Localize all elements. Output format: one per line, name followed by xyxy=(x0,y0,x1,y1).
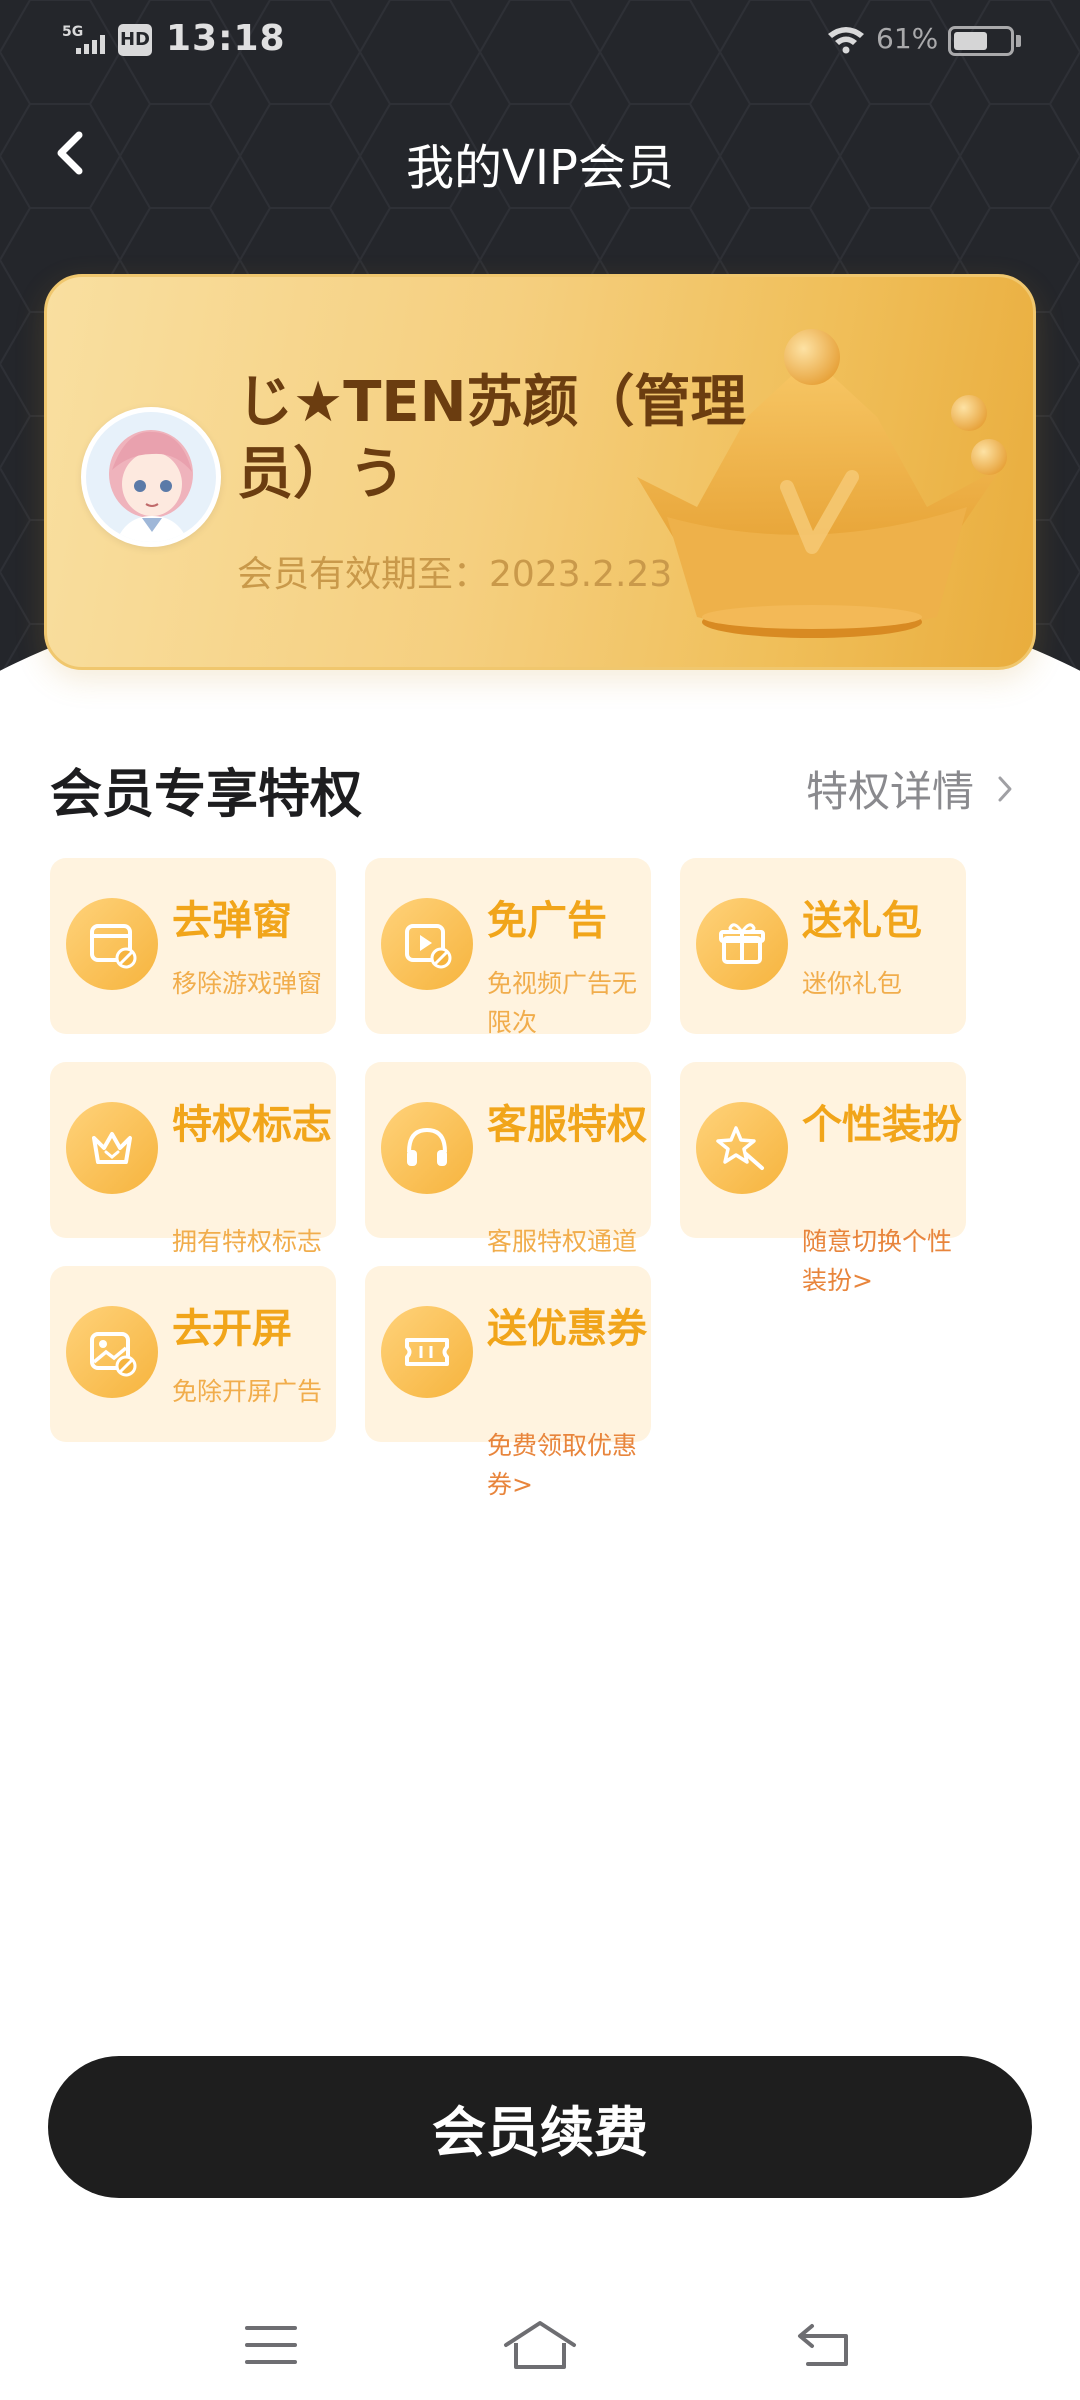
perk-desc: 免除开屏广告 xyxy=(172,1377,323,1406)
perk-remove-popups[interactable]: 去弹窗 移除游戏弹窗 xyxy=(50,858,336,1034)
perk-desc: 迷你礼包 xyxy=(802,969,903,998)
status-bar: 5G HD 13:18 61% xyxy=(0,0,1080,84)
coupon-ticket-icon xyxy=(381,1306,473,1398)
perk-title: 免广告 xyxy=(487,898,607,944)
back-nav-button[interactable] xyxy=(784,2310,864,2380)
perk-desc[interactable]: 随意切换个性装扮> xyxy=(802,1222,952,1300)
chevron-right-icon xyxy=(998,776,1012,801)
perk-no-splash[interactable]: 去开屏 免除开屏广告 xyxy=(50,1266,336,1442)
avatar[interactable] xyxy=(81,407,221,547)
privilege-details-label: 特权详情 xyxy=(806,767,975,816)
crown-badge-icon xyxy=(66,1102,158,1194)
hd-badge: HD xyxy=(118,24,152,56)
perk-title: 去开屏 xyxy=(172,1306,292,1352)
page-title: 我的VIP会员 xyxy=(406,140,674,196)
perk-desc: 客服特权通道 xyxy=(487,1227,638,1256)
perk-title: 送礼包 xyxy=(802,898,922,944)
perk-title: 送优惠券 xyxy=(487,1306,647,1352)
battery-icon xyxy=(948,26,1014,56)
image-splash-icon xyxy=(66,1306,158,1398)
perk-desc: 拥有特权标志 xyxy=(172,1227,323,1256)
back-arrow-icon xyxy=(798,2324,848,2366)
status-time: 13:18 xyxy=(166,18,286,59)
vip-member-screen: 5G HD 13:18 61% 我的VIP会员 じ★TEN苏颜（管理员）う 会员… xyxy=(0,0,1080,2400)
perk-title: 客服特权 xyxy=(487,1102,647,1148)
home-icon xyxy=(504,2321,576,2369)
crown-letter: V xyxy=(607,317,608,318)
vip-membership-card: じ★TEN苏颜（管理员）う 会员有效期至：2023.2.23 V xyxy=(44,274,1036,670)
perk-title: 个性装扮 xyxy=(802,1102,962,1148)
signal-icon: 5G xyxy=(62,24,105,54)
wifi-icon xyxy=(828,27,864,54)
perk-gift-pack[interactable]: 送礼包 迷你礼包 xyxy=(680,858,966,1034)
system-navigation-bar xyxy=(0,2290,1080,2400)
perk-title: 去弹窗 xyxy=(172,898,292,944)
perk-dress-up[interactable]: 个性装扮 随意切换个性装扮> xyxy=(680,1062,966,1295)
perk-coupon[interactable]: 送优惠券 免费领取优惠券> xyxy=(365,1266,651,1499)
star-wand-icon xyxy=(696,1102,788,1194)
perk-desc: 免视频广告无限次 xyxy=(487,969,638,1037)
battery-tip xyxy=(1016,35,1021,47)
home-button[interactable] xyxy=(500,2310,580,2380)
perk-badge[interactable]: 特权标志 拥有特权标志 xyxy=(50,1062,336,1256)
battery-percent: 61% xyxy=(876,22,939,55)
popup-window-icon xyxy=(66,898,158,990)
svg-text:5G: 5G xyxy=(62,24,83,40)
renew-membership-button[interactable]: 会员续费 xyxy=(48,2056,1032,2198)
privileges-title: 会员专享特权 xyxy=(50,765,363,825)
perk-desc[interactable]: 免费领取优惠券> xyxy=(487,1426,637,1504)
menu-button[interactable] xyxy=(231,2310,311,2380)
gift-icon xyxy=(696,898,788,990)
crown-icon: V xyxy=(607,317,1007,638)
perk-title: 特权标志 xyxy=(172,1102,332,1148)
headset-icon xyxy=(381,1102,473,1194)
perk-customer-service[interactable]: 客服特权 客服特权通道 xyxy=(365,1062,651,1256)
battery-level xyxy=(954,32,987,50)
expiry-label: 会员有效期至： xyxy=(237,554,490,595)
perk-no-ads[interactable]: 免广告 免视频广告无限次 xyxy=(365,858,651,1037)
perk-desc: 移除游戏弹窗 xyxy=(172,969,323,998)
menu-icon xyxy=(245,2326,297,2364)
privilege-details-link[interactable]: 特权详情 xyxy=(806,758,1014,819)
video-no-ad-icon xyxy=(381,898,473,990)
